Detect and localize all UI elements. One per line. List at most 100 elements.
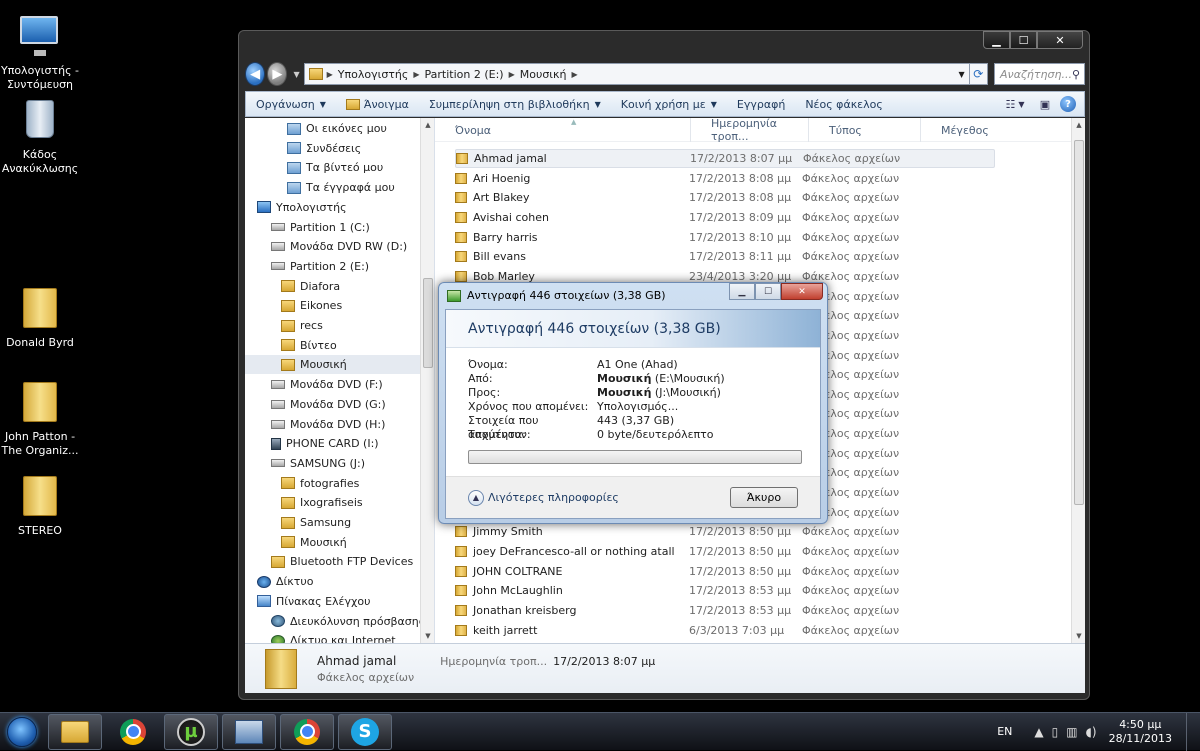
file-row[interactable]: Avishai cohen 17/2/2013 8:09 μμ Φάκελος αρ… xyxy=(455,208,995,227)
help-icon[interactable]: ? xyxy=(1060,96,1076,112)
breadcrumb-partition-2[interactable]: Partition 2 (E:) xyxy=(425,68,504,81)
show-hidden-icons-icon[interactable]: ▲ xyxy=(1034,725,1043,739)
desktop-icon-john-patton[interactable]: John Patton - The Organiz... xyxy=(0,382,80,458)
breadcrumb-separator-icon[interactable]: ▶ xyxy=(509,70,515,79)
column-header-type[interactable]: Τύπος xyxy=(809,118,921,142)
nav-item[interactable]: Samsung xyxy=(245,513,421,532)
file-row[interactable]: Ahmad jamal 17/2/2013 8:07 μμ Φάκελος αρχε… xyxy=(455,149,995,168)
dialog-maximize-button[interactable]: ☐ xyxy=(755,283,781,300)
breadcrumb-music[interactable]: Μουσική xyxy=(520,68,567,81)
nav-scrollbar[interactable]: ▲ ▼ xyxy=(420,118,434,643)
file-row[interactable]: joey DeFrancesco-all or nothing atall 17/… xyxy=(455,542,995,561)
nav-item[interactable]: Μουσική xyxy=(245,533,421,552)
scroll-up-icon[interactable]: ▲ xyxy=(1072,118,1085,132)
nav-item[interactable]: Πίνακας Ελέγχου xyxy=(245,592,421,611)
taskbar-network-app[interactable] xyxy=(222,713,276,750)
nav-item[interactable]: Δίκτυο xyxy=(245,572,421,591)
dialog-close-button[interactable]: ✕ xyxy=(781,283,823,300)
desktop-icon-donald-byrd[interactable]: Donald Byrd xyxy=(0,288,80,350)
file-row[interactable]: Bill evans 17/2/2013 8:11 μμ Φάκελος αρχεί… xyxy=(455,247,995,266)
preview-pane-button[interactable]: ▣ xyxy=(1034,95,1056,113)
volume-icon[interactable]: ◖) xyxy=(1086,725,1097,739)
nav-item[interactable]: Diafora xyxy=(245,277,421,296)
language-indicator[interactable]: EN xyxy=(997,725,1012,738)
include-in-library-button[interactable]: Συμπερίληψη στη βιβλιοθήκη ▼ xyxy=(419,92,611,116)
close-button[interactable]: ✕ xyxy=(1037,31,1083,49)
nav-item[interactable]: Partition 1 (C:) xyxy=(245,218,421,237)
desktop-icon-computer[interactable]: Υπολογιστής - Συντόμευση xyxy=(0,10,80,92)
nav-item[interactable]: Μουσική xyxy=(245,355,421,375)
nav-item[interactable]: Μονάδα DVD RW (D:) xyxy=(245,237,421,256)
breadcrumb-separator-icon[interactable]: ▶ xyxy=(571,70,577,79)
source-folder-link[interactable]: Μουσική xyxy=(597,372,651,385)
nav-item[interactable]: Τα βίντεό μου xyxy=(245,158,421,177)
file-row[interactable]: JOHN COLTRANE 17/2/2013 8:50 μμ Φάκελος αρ… xyxy=(455,562,995,581)
cancel-button[interactable]: Άκυρο xyxy=(730,487,798,508)
show-desktop-button[interactable] xyxy=(1186,712,1200,751)
nav-item[interactable]: Bluetooth FTP Devices xyxy=(245,552,421,571)
column-header-date[interactable]: Ημερομηνία τροπ... xyxy=(691,118,809,143)
breadcrumb-separator-icon[interactable]: ▶ xyxy=(327,70,333,79)
column-header-name[interactable]: Όνομα xyxy=(435,118,691,142)
maximize-button[interactable]: ☐ xyxy=(1010,31,1037,49)
network-status-icon[interactable]: ▥ xyxy=(1066,725,1077,739)
start-button[interactable] xyxy=(0,713,44,751)
nav-item[interactable]: recs xyxy=(245,316,421,335)
taskbar-chrome[interactable] xyxy=(106,714,160,750)
organize-button[interactable]: Οργάνωση ▼ xyxy=(246,92,336,116)
taskbar-skype[interactable]: S xyxy=(338,713,392,750)
taskbar-chrome-2[interactable] xyxy=(280,713,334,750)
nav-item[interactable]: Ixografiseis xyxy=(245,493,421,512)
nav-item[interactable]: Μονάδα DVD (G:) xyxy=(245,395,421,414)
minimize-button[interactable]: ▁ xyxy=(983,31,1010,49)
share-with-button[interactable]: Κοινή χρήση με ▼ xyxy=(611,92,727,116)
nav-item[interactable]: Eikones xyxy=(245,296,421,315)
address-history-dropdown[interactable]: ▼ xyxy=(954,70,968,79)
device-icon[interactable]: ▯ xyxy=(1052,725,1059,739)
file-row[interactable]: Jimmy Smith 17/2/2013 8:50 μμ Φάκελος αρχε… xyxy=(455,522,995,541)
address-bar[interactable]: ▶ Υπολογιστής ▶ Partition 2 (E:) ▶ Μουσι… xyxy=(303,63,970,85)
file-scrollbar[interactable]: ▲ ▼ xyxy=(1071,118,1085,643)
new-folder-button[interactable]: Νέος φάκελος xyxy=(795,92,893,116)
nav-item[interactable]: PHONE CARD (I:) xyxy=(245,434,421,453)
burn-button[interactable]: Εγγραφή xyxy=(727,92,795,116)
nav-item[interactable]: Οι εικόνες μου xyxy=(245,119,421,138)
forward-button[interactable]: ▶ xyxy=(267,62,288,86)
nav-item[interactable]: Τα έγγραφά μου xyxy=(245,178,421,197)
recent-pages-dropdown[interactable]: ▼ xyxy=(293,70,299,79)
taskbar-windows-explorer[interactable] xyxy=(48,713,102,750)
scroll-down-icon[interactable]: ▼ xyxy=(1072,629,1085,643)
info-value[interactable]: Μουσική (E:\Μουσική) xyxy=(597,372,725,386)
nav-item[interactable]: Μονάδα DVD (F:) xyxy=(245,375,421,394)
scroll-up-icon[interactable]: ▲ xyxy=(421,118,434,132)
info-value[interactable]: Μουσική (J:\Μουσική) xyxy=(597,386,721,400)
nav-item[interactable]: Δίκτυο και Internet xyxy=(245,631,421,643)
open-button[interactable]: Άνοιγμα xyxy=(336,92,419,116)
column-header-size[interactable]: Μέγεθος xyxy=(921,118,1021,142)
nav-item[interactable]: Βίντεο xyxy=(245,336,421,355)
nav-item[interactable]: fotografies xyxy=(245,474,421,493)
file-scrollbar-thumb[interactable] xyxy=(1074,140,1084,505)
fewer-details-button[interactable]: ▲ Λιγότερες πληροφορίες xyxy=(468,489,619,506)
file-row[interactable]: John McLaughlin 17/2/2013 8:53 μμ Φάκελος … xyxy=(455,581,995,600)
clock[interactable]: 4:50 μμ 28/11/2013 xyxy=(1109,718,1172,746)
nav-scrollbar-thumb[interactable] xyxy=(423,278,433,368)
change-view-button[interactable]: ☷ ▼ xyxy=(1004,95,1026,113)
search-input[interactable]: Αναζήτηση... ⚲ xyxy=(994,63,1085,85)
taskbar-utorrent[interactable]: µ xyxy=(164,713,218,750)
breadcrumb-computer[interactable]: Υπολογιστής xyxy=(338,68,409,81)
refresh-button[interactable]: ⟳ xyxy=(969,63,989,85)
file-row[interactable]: Ari Hoenig 17/2/2013 8:08 μμ Φάκελος αρχεί… xyxy=(455,169,995,188)
breadcrumb-separator-icon[interactable]: ▶ xyxy=(413,70,419,79)
nav-item[interactable]: SAMSUNG (J:) xyxy=(245,454,421,473)
file-row[interactable]: Barry harris 17/2/2013 8:10 μμ Φάκελος αρχ… xyxy=(455,228,995,247)
nav-item[interactable]: Μονάδα DVD (H:) xyxy=(245,415,421,434)
file-row[interactable]: Jonathan kreisberg 17/2/2013 8:53 μμ Φάκελ… xyxy=(455,601,995,620)
desktop-icon-recycle-bin[interactable]: Κάδος Ανακύκλωσης xyxy=(0,100,80,176)
destination-folder-link[interactable]: Μουσική xyxy=(597,386,651,399)
nav-item[interactable]: Partition 2 (E:) xyxy=(245,257,421,276)
scroll-down-icon[interactable]: ▼ xyxy=(421,629,434,643)
nav-item[interactable]: Διευκόλυνση πρόσβασης xyxy=(245,612,425,631)
file-row[interactable]: keith jarrett 6/3/2013 7:03 μμ Φάκελος αρχ… xyxy=(455,621,995,640)
back-button[interactable]: ◀ xyxy=(245,62,266,86)
